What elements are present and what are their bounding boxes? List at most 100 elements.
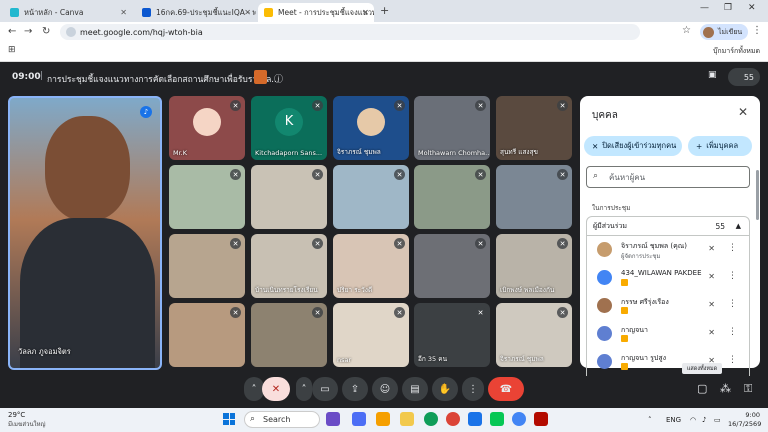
activities-icon[interactable]: ⁂: [720, 382, 731, 395]
battery-icon[interactable]: ▭: [714, 416, 721, 424]
participants-group-header[interactable]: ผู้มีส่วนร่วม 55 ▲: [586, 216, 750, 236]
app-icon[interactable]: [376, 412, 390, 426]
camera-toggle-button[interactable]: ▭: [312, 377, 338, 401]
participant-tile[interactable]: ✕: [169, 234, 245, 298]
mute-all-button[interactable]: ✕ ปิดเสียงผู้เข้าร่วมทุกคน: [584, 136, 682, 156]
chevron-up-icon[interactable]: ▲: [736, 222, 741, 230]
bookmark-star-icon[interactable]: ☆: [682, 25, 691, 36]
tab-meet[interactable]: Meet - การประชุมชี้แจงแนวทา... ✕: [258, 3, 374, 22]
line-icon[interactable]: [490, 412, 504, 426]
more-icon[interactable]: ⋮: [728, 299, 737, 309]
tray-chevron-icon[interactable]: ˄: [648, 416, 652, 424]
menu-icon[interactable]: ⋮: [752, 25, 762, 36]
mic-off-icon[interactable]: ✕: [708, 300, 715, 309]
tab-canva[interactable]: หน้าหลัก - Canva ✕: [4, 3, 132, 22]
people-count-button[interactable]: 55: [728, 68, 760, 86]
list-item[interactable]: จิราภรณ์ ชุมพล (คุณ) ผู้จัดการประชุม ✕ ⋮: [586, 236, 750, 264]
info-icon[interactable]: ⓘ: [274, 72, 283, 85]
windows-start-icon[interactable]: [223, 413, 235, 425]
site-info-icon[interactable]: [66, 27, 76, 37]
mic-off-icon: ✕: [230, 307, 241, 318]
participant-tile[interactable]: ✕ จิราภรณ์ ชุมพล: [333, 96, 409, 160]
video-options-button[interactable]: ˄: [296, 377, 312, 401]
profile-button[interactable]: ไม่เขียน: [700, 24, 749, 40]
app-icon[interactable]: [512, 412, 526, 426]
present-button[interactable]: ⇪: [342, 377, 368, 401]
participant-tile[interactable]: ✕ nsar: [333, 303, 409, 367]
participant-tile[interactable]: ✕: [414, 234, 490, 298]
search-people-input[interactable]: ⌕ ค้นหาผู้คน: [586, 166, 750, 188]
taskbar-clock[interactable]: 9:00 16/7/2569: [728, 411, 761, 429]
leave-call-button[interactable]: ☎: [488, 377, 524, 401]
participant-tile[interactable]: ✕: [333, 165, 409, 229]
apps-icon[interactable]: ⊞: [8, 45, 16, 55]
raise-hand-button[interactable]: ✋: [432, 377, 458, 401]
host-controls-icon[interactable]: ⚿: [744, 382, 752, 396]
active-speaker-tile[interactable]: ♪ วัลลภ ภูจอมจิตร: [8, 96, 162, 370]
app-icon[interactable]: [352, 412, 366, 426]
reactions-button[interactable]: ☺: [372, 377, 398, 401]
list-item[interactable]: กาญจนา ✕ ⋮: [586, 320, 750, 348]
close-tab-icon[interactable]: ✕: [244, 8, 251, 17]
mic-off-icon[interactable]: ✕: [708, 328, 715, 337]
edge-icon[interactable]: [424, 412, 438, 426]
list-item[interactable]: กรรษ ศรีรุ่งเรือง ✕ ⋮: [586, 292, 750, 320]
minimize-icon[interactable]: —: [700, 3, 709, 13]
participant-tile[interactable]: ✕: [414, 165, 490, 229]
weather-widget[interactable]: 29°C มีเมฆส่วนใหญ่: [8, 411, 46, 429]
close-tab-icon[interactable]: ✕: [362, 8, 369, 17]
participant-tile[interactable]: ✕: [496, 165, 572, 229]
more-options-button[interactable]: ⋮: [462, 377, 484, 401]
participant-tile[interactable]: ✕ Molthawarn Chomha...: [414, 96, 490, 160]
more-icon[interactable]: ⋮: [728, 243, 737, 253]
new-tab-icon[interactable]: +: [380, 4, 389, 17]
participant-tile[interactable]: ✕ เบิกพงษ์ พลเมืองกัน: [496, 234, 572, 298]
forward-icon[interactable]: →: [24, 26, 32, 37]
participant-tile[interactable]: ✕ อีก 35 คน: [414, 303, 490, 367]
language-indicator[interactable]: ENG: [666, 416, 681, 424]
app-icon[interactable]: [468, 412, 482, 426]
chrome-icon[interactable]: [446, 412, 460, 426]
add-people-button[interactable]: + เพิ่มบุคคล: [688, 136, 752, 156]
participant-tile[interactable]: ✕: [169, 165, 245, 229]
acrobat-icon[interactable]: [534, 412, 548, 426]
tab-docs[interactable]: 16กค.69-ประชุมชี้แนะIQA - พร้อม... ✕: [136, 3, 256, 22]
participant-tile[interactable]: ✕ จิราภรณ์ ชุมพล: [496, 303, 572, 367]
all-bookmarks[interactable]: บุ๊กมาร์กทั้งหมด: [713, 46, 760, 57]
participant-tile[interactable]: ✕: [251, 303, 327, 367]
app-icon[interactable]: [326, 412, 340, 426]
mic-off-icon[interactable]: ✕: [708, 272, 715, 281]
close-panel-icon[interactable]: ✕: [738, 105, 748, 119]
mic-toggle-button[interactable]: ✕: [262, 377, 290, 401]
back-icon[interactable]: ←: [8, 26, 16, 37]
url-field[interactable]: meet.google.com/hqj-wtoh-bia: [60, 24, 640, 40]
list-item[interactable]: กาญจนา รูปสูง ✕ ⋮: [586, 348, 750, 376]
taskbar-search[interactable]: ⌕ Search: [244, 411, 320, 428]
participant-tile[interactable]: ✕ บ้านเนินทรายโรงเรียน: [251, 234, 327, 298]
mic-off-icon[interactable]: ✕: [708, 244, 715, 253]
file-explorer-icon[interactable]: [400, 412, 414, 426]
close-window-icon[interactable]: ✕: [748, 3, 756, 13]
captions-button[interactable]: ▤: [402, 377, 428, 401]
mic-off-icon: ✕: [230, 238, 241, 249]
participant-tile[interactable]: ✕: [251, 165, 327, 229]
reload-icon[interactable]: ↻: [42, 26, 50, 37]
more-icon[interactable]: ⋮: [728, 271, 737, 281]
mic-off-icon: ✕: [394, 169, 405, 180]
participant-tile[interactable]: K ✕ Kitchadaporn Sans...: [251, 96, 327, 160]
more-icon[interactable]: ⋮: [728, 327, 737, 337]
participant-tile[interactable]: ✕ ปริยา ระวังดี: [333, 234, 409, 298]
more-icon[interactable]: ⋮: [728, 355, 737, 365]
panel-scrollbar[interactable]: [756, 170, 759, 220]
speaker-icon[interactable]: ♪: [702, 416, 706, 424]
chat-icon[interactable]: ▢: [697, 382, 707, 395]
maximize-icon[interactable]: ❐: [724, 3, 732, 13]
list-item[interactable]: 434_WILAWAN PAKDEE ✕ ⋮: [586, 264, 750, 292]
camera-off-icon[interactable]: ▣: [708, 70, 717, 80]
audio-options-button[interactable]: ˄: [244, 377, 264, 401]
wifi-icon[interactable]: ◠: [690, 416, 696, 424]
participant-tile[interactable]: ✕ Mr.K: [169, 96, 245, 160]
participant-tile[interactable]: ✕: [169, 303, 245, 367]
close-tab-icon[interactable]: ✕: [120, 8, 127, 17]
participant-tile[interactable]: ✕ สุนทรี แสงสุข: [496, 96, 572, 160]
